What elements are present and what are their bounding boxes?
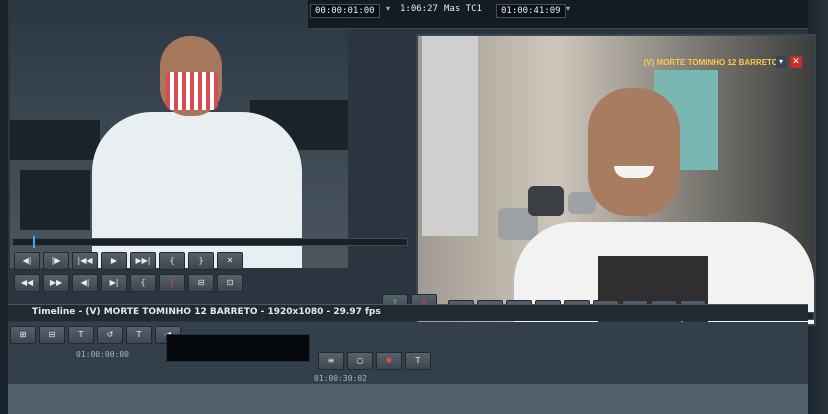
timecode-in[interactable]: 00:00:01:00: [310, 4, 380, 18]
source-controls-row-2: ◀◀ ▶▶ ◀| ▶| { } ⊟ ⊡: [14, 274, 246, 292]
chevron-down-icon[interactable]: ▾: [386, 4, 390, 13]
segment-icon[interactable]: ⊟: [39, 326, 65, 344]
timeline-track-strip[interactable]: [166, 334, 310, 362]
mark-out-button[interactable]: }: [188, 252, 214, 270]
circle-icon[interactable]: ○: [347, 352, 373, 370]
record-video-frame: [418, 36, 814, 324]
duration-readout: 1:06:27: [400, 4, 438, 14]
mark-clip-in-button[interactable]: {: [130, 274, 156, 292]
timeline-title: Timeline - (V) MORTE TOMINHO 12 BARRETO …: [32, 307, 381, 317]
rewind-button[interactable]: ◀◀: [14, 274, 40, 292]
timeline-tracks-area[interactable]: [8, 384, 808, 414]
list-icon[interactable]: ≡: [318, 352, 344, 370]
clear-marks-button[interactable]: ✕: [217, 252, 243, 270]
source-playhead[interactable]: [33, 236, 35, 248]
timecode-current[interactable]: 01:00:41:09: [496, 4, 566, 18]
track-label: Mas TC1: [444, 4, 482, 14]
step-forward-button[interactable]: |▶: [43, 252, 69, 270]
go-to-out-button[interactable]: ▶▶|: [130, 252, 156, 270]
mark-clip-out-button[interactable]: }: [159, 274, 185, 292]
timeline-mini-tools: ≡ ○ ✱ T: [318, 352, 434, 370]
minimize-icon[interactable]: ▾: [776, 56, 786, 68]
editor-screen: 00:00:01:00 ▾ 1:06:27 Mas TC1 01:00:41:0…: [8, 0, 816, 414]
sequence-name[interactable]: (V) MORTE TOMINHO 12 BARRETO: [644, 58, 778, 67]
undo-icon[interactable]: ↺: [97, 326, 123, 344]
title-tool-icon[interactable]: T: [126, 326, 152, 344]
grid-icon[interactable]: ⊞: [10, 326, 36, 344]
timeline-title-bar: Timeline - (V) MORTE TOMINHO 12 BARRETO …: [8, 304, 808, 321]
step-back-button[interactable]: ◀|: [14, 252, 40, 270]
timeline-toolbar: ⊞ ⊟ T ↺ T ◀: [10, 326, 184, 344]
source-position-bar[interactable]: [12, 236, 408, 248]
monitor-header: 00:00:01:00 ▾ 1:06:27 Mas TC1 01:00:41:0…: [308, 0, 808, 29]
effect-icon[interactable]: ✱: [376, 352, 402, 370]
chevron-down-icon[interactable]: ▾: [566, 4, 570, 13]
timeline-start-timecode: 01:00:00:00: [76, 350, 129, 359]
splice-button[interactable]: ⊟: [188, 274, 214, 292]
overwrite-button[interactable]: ⊡: [217, 274, 243, 292]
go-to-in-button[interactable]: |◀◀: [72, 252, 98, 270]
play-button[interactable]: ▶: [101, 252, 127, 270]
text-tool-icon[interactable]: T: [68, 326, 94, 344]
timeline-mark-timecode: 01:00:30:02: [314, 374, 367, 383]
source-controls-row-1: ◀| |▶ |◀◀ ▶ ▶▶| { } ✕: [14, 252, 246, 270]
source-video-frame: [10, 0, 348, 268]
fast-forward-button[interactable]: ▶▶: [43, 274, 69, 292]
text-icon[interactable]: T: [405, 352, 431, 370]
prev-edit-button[interactable]: ◀|: [72, 274, 98, 292]
close-icon[interactable]: ✕: [790, 56, 802, 68]
next-edit-button[interactable]: ▶|: [101, 274, 127, 292]
mark-in-button[interactable]: {: [159, 252, 185, 270]
record-monitor[interactable]: [416, 34, 816, 326]
source-monitor[interactable]: [10, 0, 348, 268]
